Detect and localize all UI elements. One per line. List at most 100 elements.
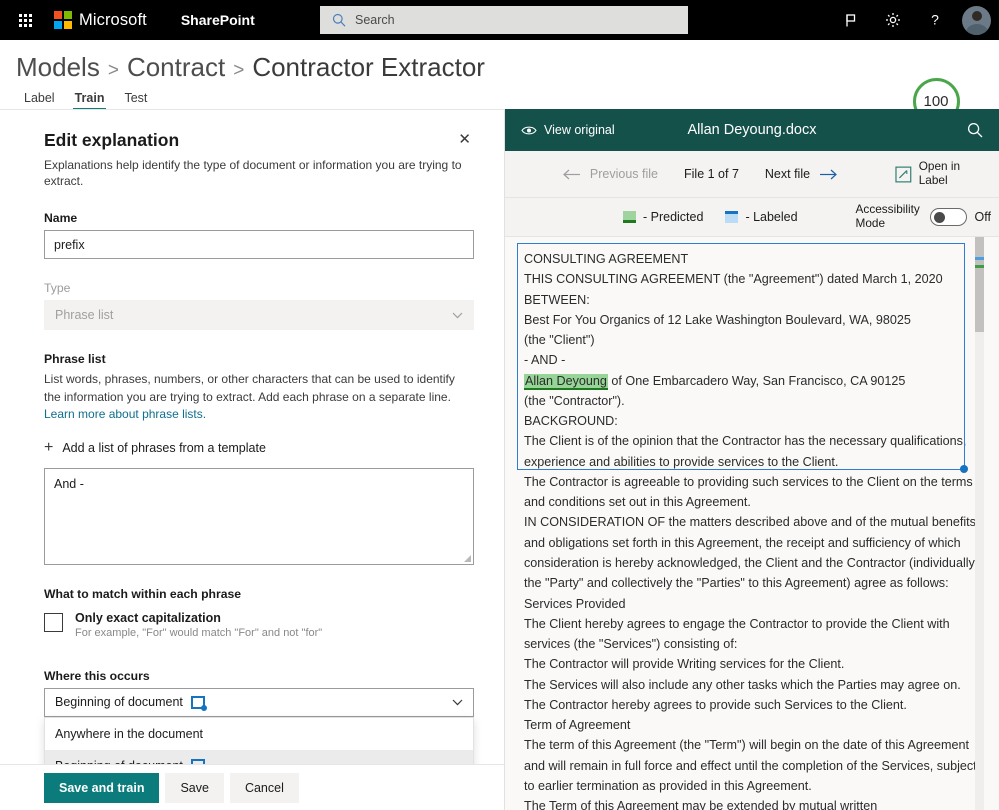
toggle-state-label: Off: [974, 210, 991, 224]
breadcrumb-separator: >: [233, 60, 245, 81]
learn-more-link[interactable]: Learn more about phrase lists.: [44, 407, 206, 421]
document-line: The Contractor will provide Writing serv…: [524, 657, 845, 672]
document-line: IN CONSIDERATION OF the matters describe…: [524, 515, 976, 591]
add-template-button[interactable]: + Add a list of phrases from a template: [44, 438, 474, 456]
microsoft-logo[interactable]: Microsoft: [54, 11, 147, 30]
document-line: The Term of this Agreement may be extend…: [524, 799, 878, 810]
eye-icon: [521, 126, 537, 134]
phrase-desc-text: List words, phrases, numbers, or other c…: [44, 372, 455, 404]
breadcrumb-models[interactable]: Models: [16, 52, 100, 83]
exact-capitalization-checkbox[interactable]: [44, 612, 63, 632]
document-line: CONSULTING AGREEMENT: [524, 252, 689, 266]
help-icon[interactable]: ?: [916, 0, 954, 40]
search-icon: [332, 13, 346, 27]
search-icon[interactable]: [967, 122, 983, 138]
predicted-marker: [975, 265, 984, 268]
legend-predicted: - Predicted: [622, 210, 704, 224]
file-counter: File 1 of 7: [684, 167, 739, 181]
view-original-label: View original: [544, 123, 615, 137]
legend-predicted-label: - Predicted: [642, 210, 704, 224]
close-icon[interactable]: ✕: [455, 130, 474, 149]
document-text: CONSULTING AGREEMENT THIS CONSULTING AGRE…: [505, 237, 999, 810]
file-nav-center: Previous file File 1 of 7 Next file: [505, 167, 895, 181]
accessibility-mode-toggle-wrap: Off: [929, 208, 991, 226]
page-header: Models > Contract > Contractor Extractor…: [0, 40, 999, 139]
phrase-list-textarea[interactable]: And -: [44, 467, 474, 565]
panel-header: Edit explanation ✕: [44, 130, 474, 151]
svg-text:?: ?: [931, 12, 939, 28]
arrow-left-icon: [563, 169, 580, 179]
document-line: Allan Deyoung of One Embarcadero Way, Sa…: [524, 373, 906, 390]
match-label: What to match within each phrase: [44, 586, 242, 601]
document-line: (the "Client"): [524, 333, 595, 348]
chevron-down-icon: [452, 312, 463, 319]
document-canvas: CONSULTING AGREEMENT THIS CONSULTING AGRE…: [505, 237, 999, 810]
viewer-header: View original Allan Deyoung.docx: [505, 109, 999, 151]
document-line: - AND -: [524, 353, 566, 368]
document-line: (the "Contractor").: [524, 393, 625, 408]
app-name-link[interactable]: SharePoint: [181, 12, 255, 28]
add-template-label: Add a list of phrases from a template: [62, 440, 266, 455]
name-field[interactable]: prefix: [44, 230, 474, 260]
app-launcher-icon[interactable]: [8, 0, 42, 40]
option-label: Anywhere in the document: [55, 726, 204, 741]
open-in-label-text: Open in Label: [918, 159, 961, 187]
tab-train[interactable]: Train: [65, 89, 115, 111]
tab-label[interactable]: Label: [14, 89, 65, 110]
next-file-label: Next file: [764, 167, 811, 181]
type-value: Phrase list: [55, 308, 114, 323]
breadcrumb: Models > Contract > Contractor Extractor: [0, 40, 999, 83]
legend-bar: - Predicted - Labeled Accessibility Mode…: [505, 198, 999, 237]
accessibility-mode-label: Accessibility Mode: [855, 202, 920, 230]
tab-test[interactable]: Test: [114, 89, 157, 110]
name-label: Name: [44, 211, 78, 226]
file-nav-bar: Previous file File 1 of 7 Next file Open…: [505, 151, 999, 198]
option-anywhere-in-document[interactable]: Anywhere in the document: [45, 718, 473, 750]
document-line: Best For You Organics of 12 Lake Washing…: [524, 312, 911, 327]
tab-bar: Label Train Test: [0, 89, 999, 111]
accessibility-mode-toggle[interactable]: [929, 208, 967, 226]
labeled-swatch-icon: [725, 211, 739, 223]
labeled-marker: [975, 257, 984, 260]
arrow-right-icon: [820, 169, 837, 179]
document-scrollbar[interactable]: [975, 237, 984, 810]
where-occurs-select[interactable]: Beginning of document: [44, 687, 474, 717]
save-and-train-button[interactable]: Save and train: [44, 772, 160, 803]
save-button[interactable]: Save: [165, 772, 224, 803]
search-input[interactable]: Search: [320, 6, 688, 34]
document-line: Services Provided: [524, 596, 626, 611]
chevron-down-icon: [452, 699, 463, 706]
document-line: BACKGROUND:: [524, 414, 618, 429]
open-in-label-button[interactable]: Open in Label: [895, 160, 991, 187]
scrollbar-thumb[interactable]: [975, 237, 984, 332]
breadcrumb-contract[interactable]: Contract: [127, 52, 225, 83]
document-line: BETWEEN:: [524, 292, 590, 307]
edit-square-icon: [895, 166, 912, 182]
legend-labeled: - Labeled: [725, 210, 798, 224]
next-file-button[interactable]: Next file: [765, 167, 838, 181]
document-line: The Client is of the opinion that the Co…: [524, 434, 967, 469]
labeled-entity-highlight: Allan Deyoung: [524, 373, 608, 390]
document-line: THIS CONSULTING AGREEMENT (the "Agreemen…: [524, 272, 943, 287]
phrase-list-label: Phrase list: [44, 352, 106, 367]
panel-subtitle: Explanations help identify the type of d…: [44, 158, 462, 189]
panel-title: Edit explanation: [44, 130, 180, 150]
plus-icon: +: [44, 438, 54, 456]
search-placeholder: Search: [355, 13, 395, 27]
gear-icon[interactable]: [874, 0, 912, 40]
cancel-button[interactable]: Cancel: [229, 772, 299, 803]
flag-icon[interactable]: [832, 0, 870, 40]
view-original-button[interactable]: View original: [521, 123, 615, 137]
microsoft-logo-icon: [54, 11, 72, 29]
where-occurs-label: Where this occurs: [44, 668, 150, 683]
avatar[interactable]: [962, 5, 991, 35]
document-line: The term of this Agreement (the "Term") …: [524, 738, 977, 793]
document-line: Term of Agreement: [524, 718, 631, 733]
document-line: The Client hereby agrees to engage the C…: [524, 616, 950, 652]
beginning-of-document-icon: [190, 695, 207, 711]
previous-file-label: Previous file: [589, 167, 659, 181]
exact-capitalization-label: Only exact capitalization: [75, 610, 221, 625]
previous-file-button[interactable]: Previous file: [562, 167, 658, 181]
where-occurs-value: Beginning of document: [55, 695, 183, 710]
suite-bar: Microsoft SharePoint Search ?: [0, 0, 999, 40]
